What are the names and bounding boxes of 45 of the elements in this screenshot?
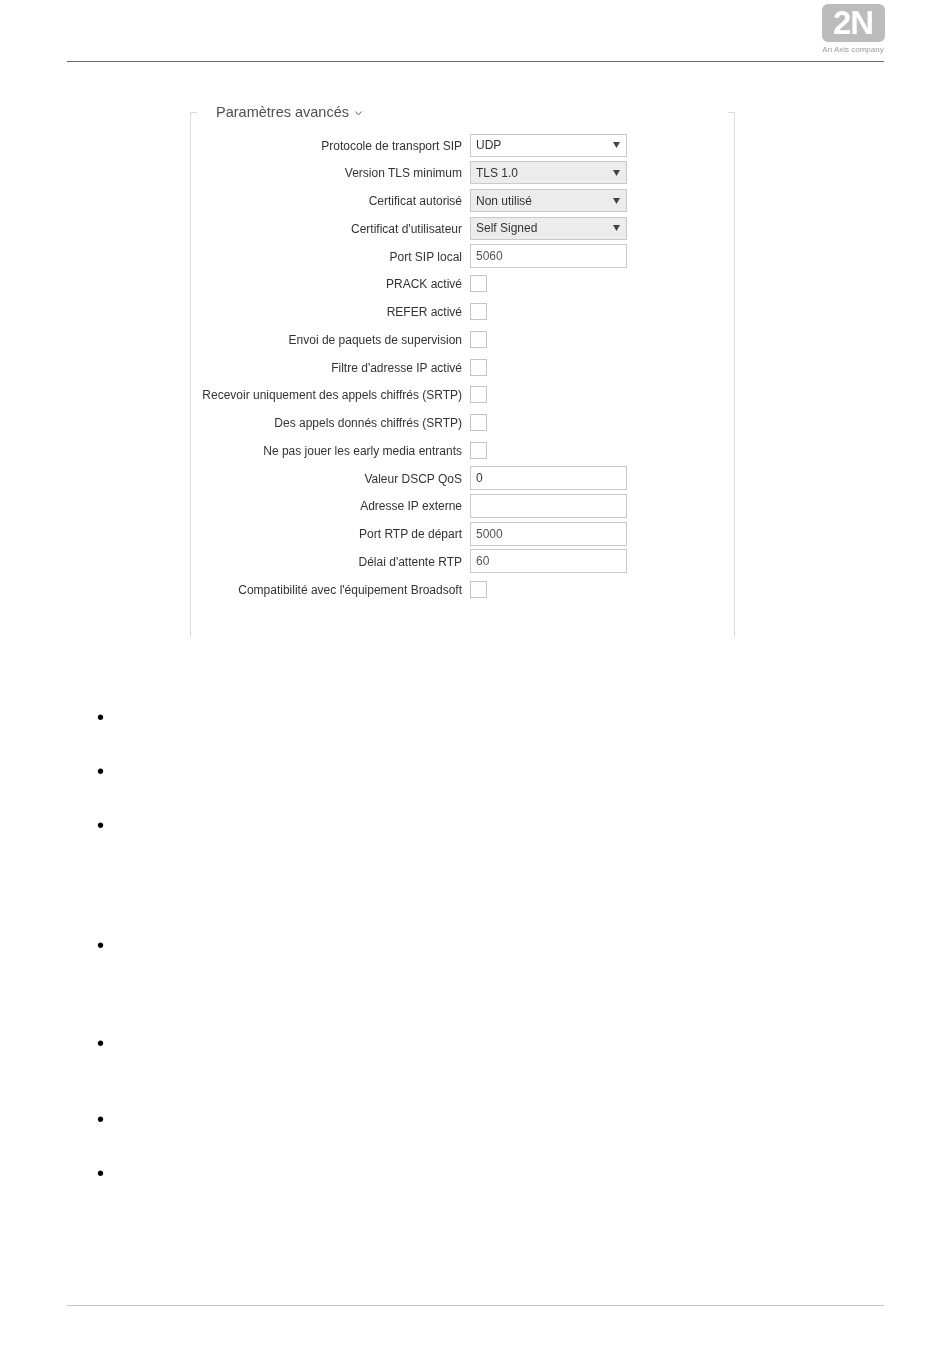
input-field[interactable]: 5060: [470, 244, 627, 268]
checkbox[interactable]: [470, 275, 487, 293]
field-label: Port RTP de départ: [359, 527, 462, 541]
logo-tagline: An Axis company: [822, 45, 884, 55]
field-label: Ne pas jouer les early media entrants: [263, 443, 462, 458]
input-field[interactable]: 60: [470, 549, 627, 574]
bullet-point: •: [97, 1111, 104, 1127]
caret-icon: [613, 225, 620, 232]
input-field[interactable]: [470, 493, 627, 518]
bullet-point: •: [97, 937, 104, 953]
checkbox[interactable]: [470, 303, 487, 320]
caret-icon: [613, 197, 620, 204]
caret-icon: [613, 169, 620, 176]
bullet-point: •: [97, 1035, 104, 1051]
field-label: REFER activé: [386, 305, 462, 319]
checkbox[interactable]: [470, 358, 487, 376]
field-label: Certificat d'utilisateur: [351, 221, 462, 236]
field-label: PRACK activé: [385, 277, 462, 292]
field-label: Port SIP local: [389, 249, 462, 264]
section-toggle[interactable]: Paramètres avancés: [216, 102, 362, 122]
field-label: Filtre d'adresse IP activé: [331, 360, 462, 375]
checkbox[interactable]: [470, 386, 487, 404]
checkbox[interactable]: [470, 580, 487, 598]
field-label: Version TLS minimum: [344, 166, 462, 181]
field-label: Recevoir uniquement des appels chiffrés (SRTP): [202, 388, 462, 403]
field-label: Valeur DSCP QoS: [364, 471, 462, 486]
input-field[interactable]: 0: [470, 466, 627, 490]
dropdown-field[interactable]: UDP: [470, 133, 627, 157]
field-label: Protocole de transport SIP: [321, 138, 462, 153]
field-label: Certificat autorisé: [368, 194, 462, 208]
bullet-point: •: [97, 709, 104, 725]
input-field[interactable]: 5000: [470, 521, 627, 546]
bullet-point: •: [97, 1165, 104, 1181]
field-label: Délai d'attente RTP: [358, 554, 462, 569]
caret-icon: [613, 142, 620, 148]
checkbox[interactable]: [470, 330, 487, 348]
field-label: Adresse IP externe: [360, 499, 462, 514]
logo: 2N: [821, 4, 885, 42]
bullet-point: •: [97, 817, 104, 833]
field-label: Envoi de paquets de supervision: [288, 332, 462, 347]
field-label: Compatibilité avec l'équipement Broadsoft: [238, 582, 462, 597]
checkbox[interactable]: [470, 441, 487, 459]
bullet-point: •: [97, 763, 104, 779]
checkbox[interactable]: [470, 414, 487, 431]
field-label: Des appels donnés chiffrés (SRTP): [274, 416, 462, 430]
